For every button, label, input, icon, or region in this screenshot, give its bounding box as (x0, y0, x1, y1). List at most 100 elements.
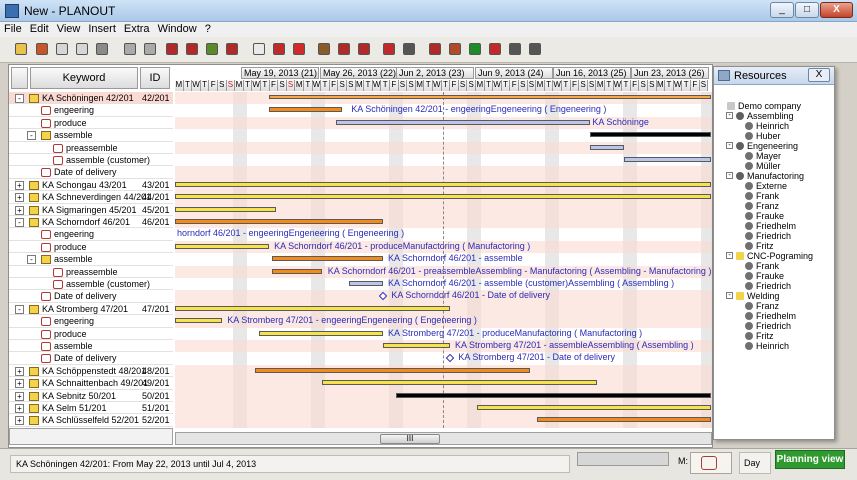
table-row[interactable]: engeering (9, 104, 173, 117)
table-row[interactable]: preassemble (9, 266, 173, 278)
table-row[interactable]: assemble (customer) (9, 278, 173, 291)
save-as-icon[interactable] (73, 40, 91, 58)
resource-item[interactable]: Fritz (714, 241, 834, 251)
resource-item[interactable]: Frank (714, 191, 834, 201)
table-row[interactable]: + KA Schnaittenbach 49/201 49/201 (9, 377, 173, 390)
table-row[interactable]: + KA Selm 51/201 51/201 (9, 402, 173, 415)
task-bar[interactable] (382, 343, 450, 348)
menu-help[interactable]: ? (201, 22, 215, 36)
clock-icon[interactable] (426, 40, 444, 58)
table-row[interactable]: + KA Schongau 43/201 43/201 (9, 179, 173, 192)
resource-item[interactable]: Franz (714, 301, 834, 311)
table-row[interactable]: assemble (9, 340, 173, 353)
gear-red-icon[interactable] (446, 40, 464, 58)
menu-file[interactable]: File (0, 22, 26, 36)
table-row[interactable]: produce (9, 117, 173, 130)
resource-item[interactable]: Heinrich (714, 341, 834, 351)
task-bar[interactable] (175, 206, 276, 212)
paste-icon[interactable] (203, 40, 221, 58)
table-row[interactable]: Date of delivery (9, 352, 173, 365)
resource-item[interactable]: Friedhelm (714, 221, 834, 231)
table-row[interactable]: assemble (customer) (9, 154, 173, 167)
keyword-header[interactable]: Keyword (30, 67, 138, 89)
resource-item[interactable]: Frank (714, 261, 834, 271)
table-row[interactable]: produce (9, 241, 173, 254)
task-bar[interactable] (268, 107, 343, 113)
resource-item[interactable]: Friedrich (714, 231, 834, 241)
collapse-icon[interactable]: - (726, 112, 733, 119)
table-row[interactable]: - assemble (9, 129, 173, 142)
delete-icon[interactable] (223, 40, 241, 58)
resource-item[interactable]: - Manufactoring (714, 171, 834, 181)
planning-view-button[interactable]: Planning view (775, 450, 845, 469)
task-bar[interactable] (322, 380, 598, 386)
task-bar[interactable] (258, 330, 383, 336)
task-bar[interactable] (536, 417, 711, 423)
collapse-icon[interactable]: - (15, 94, 24, 103)
task-bar[interactable] (476, 405, 711, 410)
menu-window[interactable]: Window (154, 22, 201, 36)
task-bar[interactable] (349, 281, 383, 286)
maximize-button[interactable]: □ (795, 2, 819, 18)
undo-icon[interactable] (121, 40, 139, 58)
split-icon[interactable] (380, 40, 398, 58)
resource-item[interactable]: Frauke (714, 271, 834, 281)
collapse-icon[interactable]: - (27, 255, 36, 265)
table-row[interactable]: Date of delivery (9, 166, 173, 179)
collapse-icon[interactable]: - (726, 292, 733, 299)
task-bar[interactable] (590, 144, 624, 150)
arrow-left-icon[interactable] (290, 40, 308, 58)
table-row[interactable]: engeering (9, 315, 173, 328)
task-bar[interactable] (175, 243, 269, 249)
task-bar[interactable] (175, 194, 711, 200)
expand-icon[interactable]: + (15, 416, 24, 426)
id-header[interactable]: ID No (140, 67, 170, 104)
expand-icon[interactable]: + (15, 193, 24, 203)
refresh-green-icon[interactable] (466, 40, 484, 58)
table-row[interactable]: + KA Sebnitz 50/201 50/201 (9, 390, 173, 402)
refresh-red-icon[interactable] (486, 40, 504, 58)
resources-close-button[interactable]: X (808, 68, 830, 82)
save-icon[interactable] (53, 40, 71, 58)
resource-item[interactable]: Fritz (714, 331, 834, 341)
link-icon[interactable] (315, 40, 333, 58)
collapse-icon[interactable]: - (15, 218, 24, 227)
open-icon[interactable] (33, 40, 51, 58)
horizontal-scrollbar[interactable]: III (175, 432, 712, 445)
resource-item[interactable]: Frauke (714, 211, 834, 221)
expand-icon[interactable]: + (15, 205, 24, 215)
table-row[interactable]: + KA Sigmaringen 45/201 45/201 (9, 204, 173, 216)
scale-panel[interactable]: Day (739, 452, 771, 474)
resource-item[interactable]: Heinrich (714, 121, 834, 131)
move-icon[interactable] (270, 40, 288, 58)
resource-item[interactable]: Externe (714, 181, 834, 191)
task-bar[interactable] (175, 181, 711, 187)
table-row[interactable]: + KA Schlüsselfeld 52/201 52/201 (9, 414, 173, 427)
task-bar[interactable] (272, 256, 383, 262)
resource-item[interactable]: - CNC-Pograming (714, 251, 834, 261)
task-bar[interactable] (175, 305, 450, 311)
resource-item[interactable]: Friedrich (714, 281, 834, 291)
task-bar[interactable] (268, 95, 711, 99)
collapse-icon[interactable]: - (726, 142, 733, 149)
resource-item[interactable]: Friedhelm (714, 311, 834, 321)
resource-item[interactable]: Huber (714, 131, 834, 141)
resource-item[interactable]: Franz (714, 201, 834, 211)
menu-edit[interactable]: Edit (26, 22, 53, 36)
task-bar[interactable] (396, 392, 711, 398)
resource-item[interactable]: Demo company (714, 101, 834, 111)
task-bar[interactable] (590, 132, 711, 138)
redo-icon[interactable] (141, 40, 159, 58)
table-row[interactable]: produce (9, 328, 173, 340)
settings-icon[interactable] (506, 40, 524, 58)
resource-item[interactable]: - Engeneering (714, 141, 834, 151)
task-bar[interactable] (335, 119, 591, 125)
print-icon[interactable] (93, 40, 111, 58)
task-bar[interactable] (623, 157, 711, 162)
resource-item[interactable]: - Assembling (714, 111, 834, 121)
resource-item[interactable]: Friedrich (714, 321, 834, 331)
table-row[interactable]: - assemble (9, 253, 173, 266)
copy-icon[interactable] (183, 40, 201, 58)
resource-item[interactable]: - Welding (714, 291, 834, 301)
collapse-icon[interactable]: - (726, 252, 733, 259)
